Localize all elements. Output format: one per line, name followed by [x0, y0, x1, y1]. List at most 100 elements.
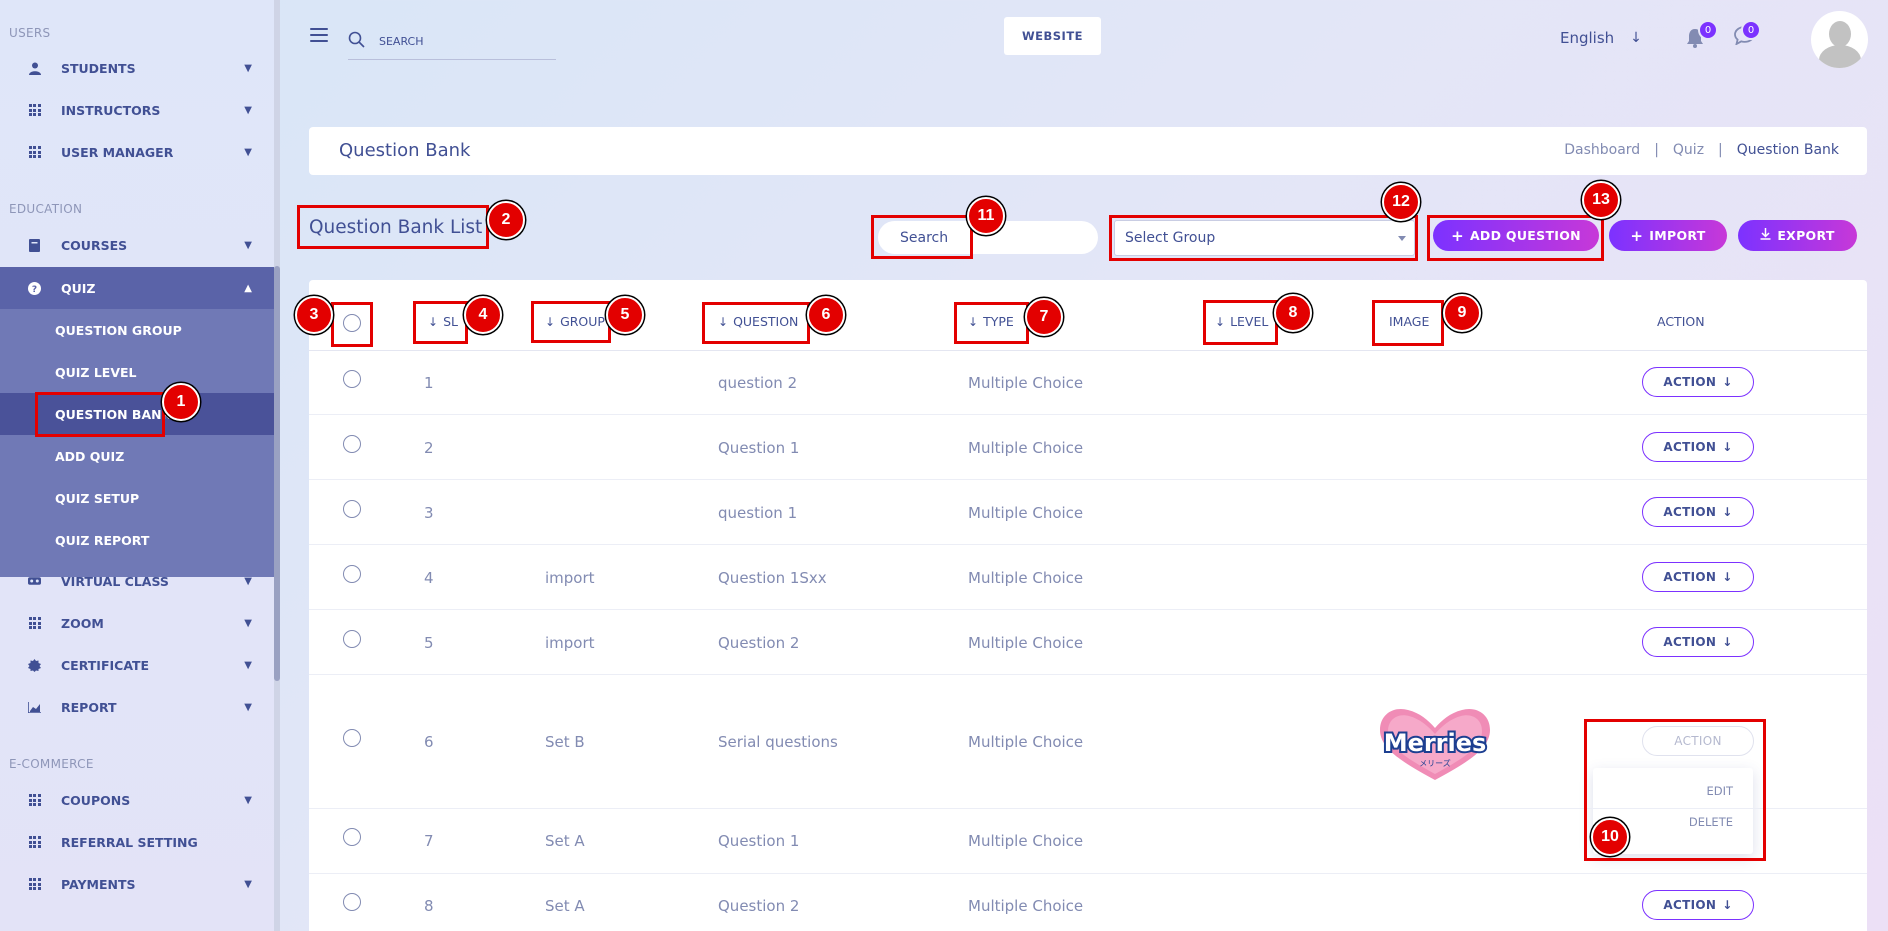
add-question-label: ADD QUESTION	[1469, 228, 1581, 243]
import-button[interactable]: + IMPORT	[1609, 220, 1727, 251]
annotation-marker-12: 12	[1382, 183, 1420, 221]
action-label: ACTION	[1663, 505, 1717, 519]
cell-sl: 2	[424, 439, 434, 457]
action-label: ACTION	[1663, 898, 1717, 912]
hamburger-menu-icon[interactable]	[310, 28, 328, 42]
sort-arrow-icon: ↓	[1215, 314, 1226, 329]
cell-type: Multiple Choice	[968, 897, 1084, 915]
column-header-sl[interactable]: ↓ SL	[428, 314, 458, 329]
row-action-button[interactable]: ACTION ↓	[1642, 627, 1754, 657]
select-all-radio[interactable]	[343, 314, 361, 332]
sidebar-item-students[interactable]: STUDENTS ▼	[0, 47, 274, 89]
submenu-item-quiz-setup[interactable]: QUIZ SETUP	[0, 477, 274, 519]
export-button[interactable]: EXPORT	[1738, 220, 1857, 251]
column-header-question[interactable]: ↓ QUESTION	[718, 314, 798, 329]
row-radio[interactable]	[343, 565, 361, 583]
sidebar-item-virtual-class[interactable]: VIRTUAL CLASS ▼	[0, 560, 274, 602]
column-header-level[interactable]: ↓ LEVEL	[1215, 314, 1268, 329]
row-radio[interactable]	[343, 828, 361, 846]
annotation-marker-8: 8	[1274, 294, 1312, 332]
annotation-marker-1: 1	[162, 383, 200, 421]
sidebar-item-courses[interactable]: COURSES ▼	[0, 224, 274, 266]
cell-question: Serial questions	[718, 733, 838, 751]
sidebar-item-zoom[interactable]: ZOOM ▼	[0, 602, 274, 644]
sidebar-item-label: PAYMENTS	[61, 876, 136, 892]
sidebar-item-referral-setting[interactable]: REFERRAL SETTING	[0, 821, 274, 863]
row-action-button[interactable]: ACTION ↓	[1642, 562, 1754, 592]
breadcrumb-dashboard[interactable]: Dashboard	[1564, 142, 1640, 158]
row-action-button[interactable]: ACTION ↓	[1642, 890, 1754, 920]
sidebar-item-coupons[interactable]: COUPONS ▼	[0, 779, 274, 821]
language-selector[interactable]: English ↓	[1560, 29, 1642, 47]
book-icon	[28, 238, 41, 252]
annotation-marker-6: 6	[807, 296, 845, 334]
row-radio[interactable]	[343, 893, 361, 911]
sidebar-item-instructors[interactable]: INSTRUCTORS ▼	[0, 89, 274, 131]
row-radio[interactable]	[343, 370, 361, 388]
arrow-down-icon: ↓	[1722, 505, 1733, 519]
row-radio[interactable]	[343, 500, 361, 518]
cell-question: Question 2	[718, 634, 800, 652]
cell-sl: 1	[424, 374, 434, 392]
column-header-type[interactable]: ↓ TYPE	[968, 314, 1014, 329]
submenu-item-question-bank[interactable]: QUESTION BANK	[0, 393, 274, 435]
dropdown-item-delete[interactable]: DELETE	[1689, 815, 1733, 829]
action-label: ACTION	[1674, 734, 1722, 748]
submenu-item-question-group[interactable]: QUESTION GROUP	[0, 309, 274, 351]
sidebar: USERS STUDENTS ▼ INSTRUCTORS ▼ USER MANA…	[0, 0, 274, 931]
vr-headset-icon	[28, 575, 41, 588]
breadcrumb-separator: |	[1718, 142, 1723, 158]
column-header-label: SL	[443, 314, 458, 329]
sidebar-item-quiz[interactable]: ? QUIZ ▲	[0, 267, 274, 309]
sort-arrow-icon: ↓	[545, 314, 556, 329]
sidebar-scrollbar[interactable]	[274, 0, 280, 931]
sidebar-item-label: VIRTUAL CLASS	[61, 573, 169, 589]
add-question-button[interactable]: + ADD QUESTION	[1433, 220, 1599, 251]
row-action-button[interactable]: ACTION ↓	[1642, 432, 1754, 462]
submenu-item-quiz-report[interactable]: QUIZ REPORT	[0, 519, 274, 561]
sort-arrow-icon: ↓	[968, 314, 979, 329]
column-header-group[interactable]: ↓ GROUP	[545, 314, 605, 329]
sidebar-item-label: CERTIFICATE	[61, 657, 150, 673]
sidebar-item-certificate[interactable]: CERTIFICATE ▼	[0, 644, 274, 686]
cell-type: Multiple Choice	[968, 634, 1084, 652]
dropdown-arrow-icon	[1398, 236, 1406, 241]
page-title: Question Bank	[339, 140, 471, 161]
column-header-label: IMAGE	[1389, 314, 1430, 329]
annotation-marker-11: 11	[967, 197, 1005, 235]
download-icon	[1760, 228, 1771, 243]
cell-sl: 7	[424, 832, 434, 850]
grid-icon	[28, 794, 41, 807]
sidebar-item-user-manager[interactable]: USER MANAGER ▼	[0, 131, 274, 173]
dropdown-item-edit[interactable]: EDIT	[1706, 784, 1733, 798]
select-group-dropdown[interactable]: Select Group	[1114, 220, 1415, 256]
search-icon	[348, 31, 365, 53]
chart-icon	[28, 701, 41, 714]
sidebar-item-label: ZOOM	[61, 615, 104, 631]
avatar[interactable]	[1811, 11, 1868, 68]
row-radio[interactable]	[343, 630, 361, 648]
breadcrumb-quiz[interactable]: Quiz	[1673, 142, 1704, 158]
annotation-marker-5: 5	[606, 296, 644, 334]
sort-arrow-icon: ↓	[718, 314, 729, 329]
sidebar-item-label: REFERRAL SETTING	[61, 834, 198, 850]
cell-sl: 6	[424, 733, 434, 751]
submenu-item-add-quiz[interactable]: ADD QUIZ	[0, 435, 274, 477]
top-search-input[interactable]	[379, 35, 539, 48]
question-circle-icon: ?	[28, 281, 41, 295]
row-radio[interactable]	[343, 729, 361, 747]
scrollbar-thumb[interactable]	[274, 266, 280, 681]
row-divider	[309, 479, 1867, 480]
breadcrumb: Dashboard | Quiz | Question Bank	[1564, 142, 1839, 158]
sidebar-item-report[interactable]: REPORT ▼	[0, 686, 274, 728]
row-action-button-active[interactable]: ACTION	[1642, 726, 1754, 756]
website-button[interactable]: WEBSITE	[1004, 17, 1101, 55]
row-divider	[309, 674, 1867, 675]
row-action-button[interactable]: ACTION ↓	[1642, 367, 1754, 397]
sidebar-item-payments[interactable]: PAYMENTS ▼	[0, 863, 274, 905]
sort-arrow-icon: ↓	[428, 314, 439, 329]
row-action-button[interactable]: ACTION ↓	[1642, 497, 1754, 527]
grid-icon	[28, 878, 41, 891]
submenu-item-quiz-level[interactable]: QUIZ LEVEL	[0, 351, 274, 393]
row-radio[interactable]	[343, 435, 361, 453]
